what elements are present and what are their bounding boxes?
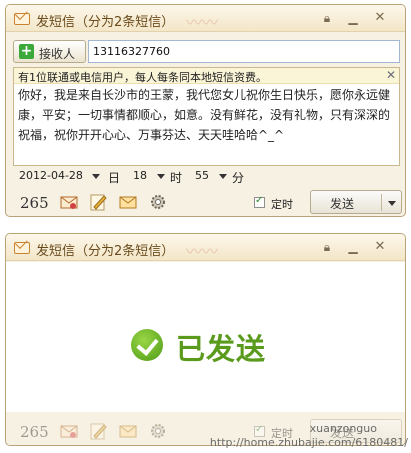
lock-icon[interactable]: 🔒︎: [319, 10, 335, 26]
close-button[interactable]: ✕: [372, 239, 388, 255]
recipient-button-label: 接收人: [39, 47, 76, 61]
send-button-label: 发送: [330, 197, 355, 211]
hour-select[interactable]: 18: [133, 169, 167, 185]
envelope-icon[interactable]: [59, 192, 79, 212]
success-check-icon: [131, 329, 163, 361]
edit-icon: [90, 423, 107, 440]
mail-icon[interactable]: [118, 192, 138, 212]
hour-value: 18: [133, 169, 147, 182]
date-select[interactable]: 2012-04-28: [19, 169, 101, 185]
char-count: 265: [20, 194, 49, 212]
sent-status-text: 已发送: [176, 332, 267, 366]
title-decoration-icon: 〰〰: [186, 13, 219, 32]
minimize-button[interactable]: ▁: [345, 239, 361, 255]
sms-window-compose: 发短信（分为2条短信） 〰〰 🔒︎ ▁ ✕ + 接收人 有1位联通或电信用户，每…: [5, 4, 406, 217]
recipient-button[interactable]: + 接收人: [13, 40, 86, 63]
watermark-username: xuanzonguo: [309, 422, 377, 435]
send-split-divider: [381, 194, 382, 211]
send-options-chevron-icon[interactable]: [388, 201, 396, 206]
sms-envelope-icon: [14, 13, 30, 25]
window-title: 发短信（分为2条短信）: [36, 244, 175, 259]
chevron-down-icon: [92, 174, 100, 179]
lock-icon[interactable]: 🔒︎: [319, 239, 335, 255]
char-count: 265: [20, 423, 49, 441]
window-title: 发短信（分为2条短信）: [36, 15, 175, 30]
close-button[interactable]: ✕: [372, 10, 388, 26]
hour-label: 时: [170, 171, 183, 185]
title-bar[interactable]: 发短信（分为2条短信） 〰〰 🔒︎ ▁ ✕: [6, 234, 405, 261]
message-area: 有1位联通或电信用户，每人每条同本地短信资费。 ✕ 你好，我是来自长沙市的王蒙，…: [13, 67, 400, 166]
sent-confirmation-area: 已发送: [6, 262, 405, 412]
minute-value: 55: [195, 169, 209, 182]
checkbox-checked-icon: [254, 195, 265, 208]
gear-icon: [151, 424, 165, 438]
recipient-input[interactable]: [88, 40, 400, 63]
tariff-notice-text: 有1位联通或电信用户，每人每条同本地短信资费。: [18, 71, 267, 84]
minute-label: 分: [232, 171, 245, 185]
chevron-down-icon: [157, 174, 165, 179]
gear-icon[interactable]: [148, 192, 168, 212]
edit-icon[interactable]: [88, 192, 108, 212]
message-textarea[interactable]: 你好，我是来自长沙市的王蒙，我代您女儿祝你生日快乐，愿你永远健康，平安；一切事情…: [18, 85, 396, 145]
minute-select[interactable]: 55: [195, 169, 229, 185]
sms-envelope-icon: [14, 242, 30, 254]
watermark-url: http://home.zhubajie.com/6180481/: [209, 436, 408, 449]
chevron-down-icon: [219, 174, 227, 179]
send-button[interactable]: 发送: [310, 190, 402, 214]
timed-label: 定时: [271, 198, 293, 211]
mail-icon: [119, 425, 137, 438]
title-bar[interactable]: 发短信（分为2条短信） 〰〰 🔒︎ ▁ ✕: [6, 5, 405, 32]
add-icon: +: [19, 43, 34, 59]
schedule-row: 2012-04-28 日 18 时 55 分: [6, 168, 405, 186]
envelope-icon: [60, 425, 78, 438]
notice-close-icon[interactable]: ✕: [386, 68, 396, 82]
day-label: 日: [108, 171, 121, 185]
bottom-toolbar: 265 定时 发送: [6, 190, 405, 216]
recipient-row: + 接收人: [6, 36, 405, 66]
tariff-notice: 有1位联通或电信用户，每人每条同本地短信资费。 ✕: [14, 68, 399, 84]
title-decoration-icon: 〰〰: [186, 242, 219, 261]
sms-window-sent: 发短信（分为2条短信） 〰〰 🔒︎ ▁ ✕ 已发送 265 定时: [5, 233, 406, 446]
date-value: 2012-04-28: [19, 169, 83, 182]
minimize-button[interactable]: ▁: [345, 10, 361, 26]
